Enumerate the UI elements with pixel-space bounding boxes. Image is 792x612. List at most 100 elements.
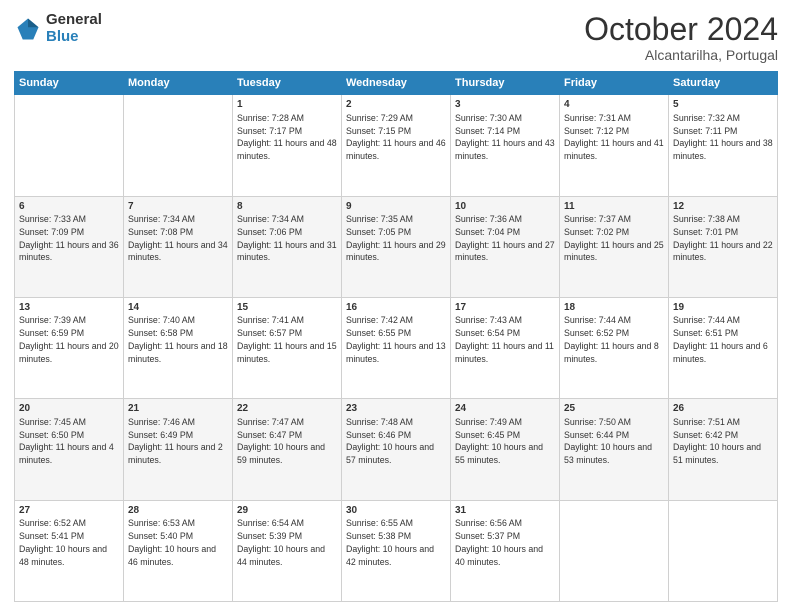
table-row: 20Sunrise: 7:45 AMSunset: 6:50 PMDayligh… — [15, 399, 124, 500]
day-sunset: Sunset: 6:46 PM — [346, 430, 411, 440]
day-sunrise: Sunrise: 7:49 AM — [455, 417, 522, 427]
day-number: 25 — [564, 402, 664, 416]
table-row: 3Sunrise: 7:30 AM Sunset: 7:14 PM Daylight… — [451, 95, 560, 196]
day-number: 13 — [19, 301, 119, 315]
day-number: 27 — [19, 504, 119, 518]
day-daylight: Daylight: 11 hours and 43 minutes. — [455, 138, 555, 161]
day-number: 23 — [346, 402, 446, 416]
table-row: 8Sunrise: 7:34 AMSunset: 7:06 PMDaylight… — [233, 196, 342, 297]
day-number: 20 — [19, 402, 119, 416]
table-row: 5Sunrise: 7:32 AM Sunset: 7:11 PM Daylight… — [669, 95, 778, 196]
day-sunset: Sunset: 7:12 PM — [564, 126, 629, 136]
day-sunrise: Sunrise: 6:56 AM — [455, 518, 522, 528]
table-row — [124, 95, 233, 196]
table-row: 30Sunrise: 6:55 AMSunset: 5:38 PMDayligh… — [342, 500, 451, 601]
day-number: 4 — [564, 98, 664, 112]
day-daylight: Daylight: 10 hours and 46 minutes. — [128, 544, 216, 567]
day-daylight: Daylight: 11 hours and 27 minutes. — [455, 240, 555, 263]
day-sunrise: Sunrise: 7:39 AM — [19, 315, 86, 325]
day-sunrise: Sunrise: 7:44 AM — [673, 315, 740, 325]
day-daylight: Daylight: 10 hours and 40 minutes. — [455, 544, 543, 567]
table-row: 9Sunrise: 7:35 AMSunset: 7:05 PMDaylight… — [342, 196, 451, 297]
day-daylight: Daylight: 11 hours and 11 minutes. — [455, 341, 554, 364]
day-sunrise: Sunrise: 7:43 AM — [455, 315, 522, 325]
day-sunset: Sunset: 7:05 PM — [346, 227, 411, 237]
calendar-week-row: 1Sunrise: 7:28 AMSunset: 7:17 PMDaylight… — [15, 95, 778, 196]
day-sunrise: Sunrise: 7:46 AM — [128, 417, 195, 427]
day-daylight: Daylight: 11 hours and 38 minutes. — [673, 138, 773, 161]
table-row: 27Sunrise: 6:52 AMSunset: 5:41 PMDayligh… — [15, 500, 124, 601]
day-number: 5 — [673, 98, 773, 112]
main-title: October 2024 — [584, 12, 778, 47]
day-daylight: Daylight: 10 hours and 57 minutes. — [346, 442, 434, 465]
day-sunset: Sunset: 6:54 PM — [455, 328, 520, 338]
day-daylight: Daylight: 11 hours and 31 minutes. — [237, 240, 337, 263]
col-monday: Monday — [124, 72, 233, 95]
table-row — [669, 500, 778, 601]
day-number: 17 — [455, 301, 555, 315]
day-daylight: Daylight: 10 hours and 42 minutes. — [346, 544, 434, 567]
day-sunrise: Sunrise: 7:38 AM — [673, 214, 740, 224]
table-row: 13Sunrise: 7:39 AMSunset: 6:59 PMDayligh… — [15, 297, 124, 398]
day-sunset: Sunset: 7:14 PM — [455, 126, 520, 136]
day-sunrise: Sunrise: 7:32 AM — [673, 113, 740, 123]
day-sunrise: Sunrise: 7:47 AM — [237, 417, 304, 427]
day-daylight: Daylight: 11 hours and 4 minutes. — [19, 442, 114, 465]
calendar-table: Sunday Monday Tuesday Wednesday Thursday… — [14, 71, 778, 602]
table-row: 6Sunrise: 7:33 AMSunset: 7:09 PMDaylight… — [15, 196, 124, 297]
day-sunrise: Sunrise: 7:34 AM — [128, 214, 195, 224]
table-row: 11Sunrise: 7:37 AMSunset: 7:02 PMDayligh… — [560, 196, 669, 297]
day-sunrise: Sunrise: 7:34 AM — [237, 214, 304, 224]
logo-text: General Blue — [46, 12, 102, 45]
col-thursday: Thursday — [451, 72, 560, 95]
day-sunset: Sunset: 7:11 PM — [673, 126, 737, 136]
day-sunrise: Sunrise: 6:52 AM — [19, 518, 86, 528]
day-number: 10 — [455, 200, 555, 214]
day-sunrise: Sunrise: 7:51 AM — [673, 417, 740, 427]
col-saturday: Saturday — [669, 72, 778, 95]
subtitle: Alcantarilha, Portugal — [584, 47, 778, 63]
table-row: 22Sunrise: 7:47 AMSunset: 6:47 PMDayligh… — [233, 399, 342, 500]
calendar-week-row: 6Sunrise: 7:33 AMSunset: 7:09 PMDaylight… — [15, 196, 778, 297]
day-sunrise: Sunrise: 7:44 AM — [564, 315, 631, 325]
title-block: October 2024 Alcantarilha, Portugal — [584, 12, 778, 63]
day-number: 30 — [346, 504, 446, 518]
day-number: 18 — [564, 301, 664, 315]
day-sunset: Sunset: 5:40 PM — [128, 531, 193, 541]
day-daylight: Daylight: 11 hours and 29 minutes. — [346, 240, 446, 263]
day-sunset: Sunset: 7:09 PM — [19, 227, 84, 237]
table-row: 7Sunrise: 7:34 AMSunset: 7:08 PMDaylight… — [124, 196, 233, 297]
day-sunrise: Sunrise: 7:30 AM — [455, 113, 522, 123]
day-sunrise: Sunrise: 7:31 AM — [564, 113, 631, 123]
day-sunrise: Sunrise: 7:37 AM — [564, 214, 631, 224]
day-sunset: Sunset: 7:02 PM — [564, 227, 629, 237]
day-daylight: Daylight: 10 hours and 53 minutes. — [564, 442, 652, 465]
day-sunset: Sunset: 5:39 PM — [237, 531, 302, 541]
day-daylight: Daylight: 11 hours and 8 minutes. — [564, 341, 659, 364]
table-row: 25Sunrise: 7:50 AMSunset: 6:44 PMDayligh… — [560, 399, 669, 500]
day-number: 15 — [237, 301, 337, 315]
day-sunset: Sunset: 5:38 PM — [346, 531, 411, 541]
table-row: 18Sunrise: 7:44 AMSunset: 6:52 PMDayligh… — [560, 297, 669, 398]
day-number: 3 — [455, 98, 555, 112]
day-daylight: Daylight: 11 hours and 41 minutes. — [564, 138, 664, 161]
day-sunset: Sunset: 7:15 PM — [346, 126, 411, 136]
table-row: 12Sunrise: 7:38 AMSunset: 7:01 PMDayligh… — [669, 196, 778, 297]
table-row: 17Sunrise: 7:43 AM Sunset: 6:54 PM Dayligh… — [451, 297, 560, 398]
day-number: 29 — [237, 504, 337, 518]
day-number: 21 — [128, 402, 228, 416]
day-sunset: Sunset: 6:58 PM — [128, 328, 193, 338]
day-sunrise: Sunrise: 7:50 AM — [564, 417, 631, 427]
day-daylight: Daylight: 10 hours and 48 minutes. — [19, 544, 107, 567]
table-row: 19Sunrise: 7:44 AMSunset: 6:51 PMDayligh… — [669, 297, 778, 398]
table-row: 29Sunrise: 6:54 AMSunset: 5:39 PMDayligh… — [233, 500, 342, 601]
day-number: 6 — [19, 200, 119, 214]
day-daylight: Daylight: 11 hours and 2 minutes. — [128, 442, 223, 465]
table-row: 26Sunrise: 7:51 AMSunset: 6:42 PMDayligh… — [669, 399, 778, 500]
header: General Blue October 2024 Alcantarilha, … — [14, 12, 778, 63]
day-sunrise: Sunrise: 6:54 AM — [237, 518, 304, 528]
day-sunset: Sunset: 6:47 PM — [237, 430, 302, 440]
day-daylight: Daylight: 10 hours and 59 minutes. — [237, 442, 325, 465]
logo-icon — [14, 15, 42, 43]
day-number: 9 — [346, 200, 446, 214]
